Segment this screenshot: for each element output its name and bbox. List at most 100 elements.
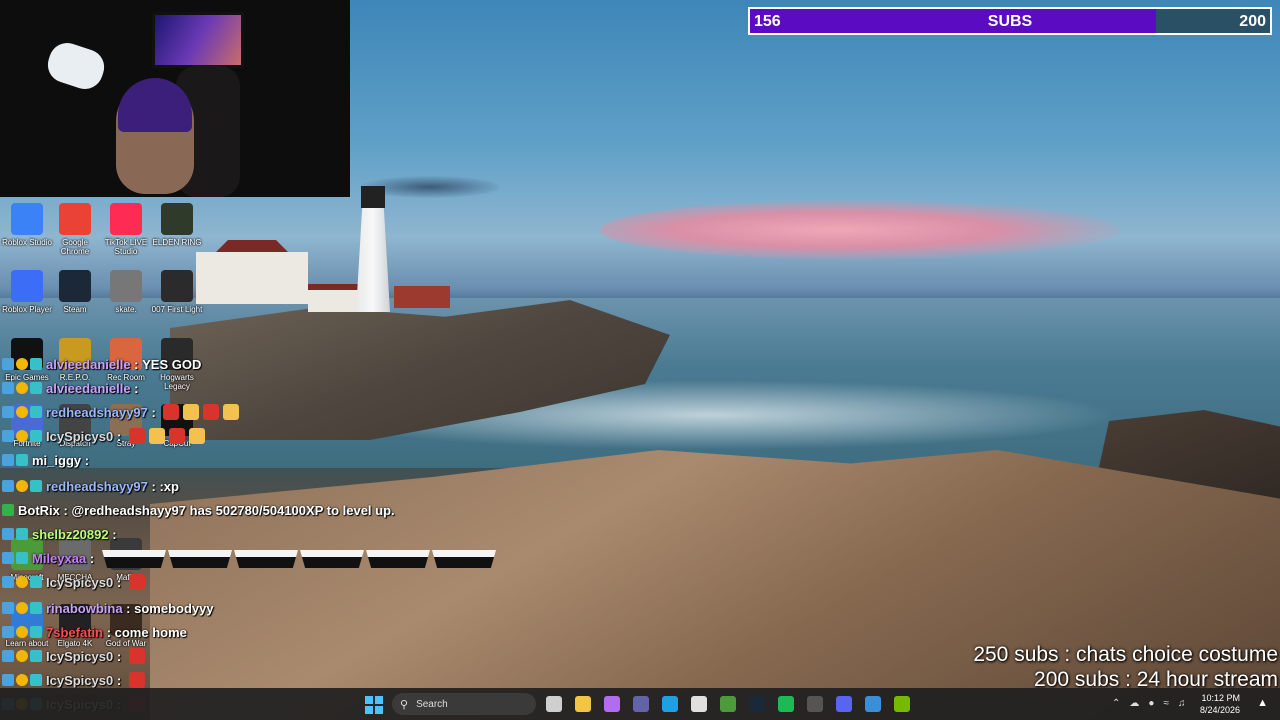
chat-badges xyxy=(2,626,42,638)
stream-goals: 250 subs : chats choice costume 200 subs… xyxy=(973,642,1278,692)
subscriber-badge-icon xyxy=(2,480,14,492)
subscriber-badge-icon xyxy=(2,430,14,442)
gift-badge-icon xyxy=(16,430,28,442)
emote-icon xyxy=(183,404,200,420)
photos-icon[interactable] xyxy=(865,696,881,712)
cow-emote xyxy=(168,550,232,568)
chat-separator: : xyxy=(122,600,135,616)
desktop-icon-skate[interactable]: skate. xyxy=(99,270,153,314)
cloud-icon[interactable]: ☁ xyxy=(1129,698,1139,709)
subscriber-badge-icon xyxy=(2,358,14,370)
chat-separator: : xyxy=(147,404,160,420)
level-badge-icon xyxy=(16,528,28,540)
level-badge-icon xyxy=(30,602,42,614)
taskbar-search[interactable]: ⚲ Search xyxy=(392,693,536,715)
desktop-icon-elden-ring[interactable]: ELDEN RING xyxy=(150,203,204,247)
chat-badges xyxy=(2,358,42,370)
chat-username: 7sbefatin xyxy=(46,624,104,640)
chat-badges xyxy=(2,480,42,492)
volume-icon[interactable]: ♫ xyxy=(1178,698,1186,709)
emote-icon xyxy=(223,404,240,420)
time: 10:12 PM xyxy=(1201,693,1240,703)
wifi-icon[interactable]: ≈ xyxy=(1163,698,1169,709)
gift-badge-icon xyxy=(16,358,28,370)
webcam-overlay xyxy=(0,0,350,197)
chat-username: Mileyxaa xyxy=(32,550,87,566)
sub-goal-bar: 156 SUBS 200 xyxy=(748,7,1272,35)
steam-taskbar-icon[interactable] xyxy=(749,696,765,712)
desktop-icon-roblox-studio[interactable]: Roblox Studio xyxy=(0,203,54,247)
chat-message: IcySpicys0 : xyxy=(2,572,145,592)
emote-icon xyxy=(128,648,145,664)
level-badge-icon xyxy=(16,454,28,466)
teams-icon[interactable] xyxy=(633,696,649,712)
chat-username: mi_iggy xyxy=(32,452,82,468)
chat-separator: : xyxy=(108,526,121,542)
nvidia-icon[interactable] xyxy=(894,696,910,712)
file-explorer-icon[interactable] xyxy=(575,696,591,712)
obs-icon[interactable] xyxy=(807,696,823,712)
emote-icon xyxy=(128,574,145,590)
sub-goal-label: SUBS xyxy=(987,13,1033,30)
chat-username: redheadshayy97 xyxy=(46,404,148,420)
level-badge-icon xyxy=(30,650,42,662)
minecraft-launcher-icon[interactable] xyxy=(720,696,736,712)
discord-icon[interactable] xyxy=(836,696,852,712)
chat-badges xyxy=(2,430,42,442)
chat-badges xyxy=(2,650,42,662)
desktop-icon-chrome[interactable]: Google Chrome xyxy=(48,203,102,256)
chat-message: redheadshayy97 : xyxy=(2,402,240,422)
elden-ring-icon xyxy=(161,203,193,235)
chat-text: somebodyyy xyxy=(134,600,214,616)
spotify-icon[interactable] xyxy=(778,696,794,712)
chat-separator: : xyxy=(86,550,98,566)
level-badge-icon xyxy=(30,406,42,418)
subscriber-badge-icon xyxy=(2,674,14,686)
chat-username: IcySpicys0 xyxy=(46,428,114,444)
emote-icon xyxy=(163,404,180,420)
chevron-up-icon[interactable]: ⌃ xyxy=(1112,698,1120,709)
subscriber-badge-icon xyxy=(2,576,14,588)
chat-badges xyxy=(2,382,42,394)
desktop-icon-007[interactable]: 007 First Light xyxy=(150,270,204,314)
chat-message: mi_iggy : xyxy=(2,450,93,470)
desktop-icon-label: Google Chrome xyxy=(60,238,90,256)
search-icon: ⚲ xyxy=(400,698,409,711)
emote-icon xyxy=(168,428,185,444)
level-badge-icon xyxy=(30,674,42,686)
store-icon[interactable] xyxy=(691,696,707,712)
subscriber-badge-icon xyxy=(2,454,14,466)
chat-separator: : xyxy=(103,624,115,640)
start-button[interactable] xyxy=(365,696,383,714)
desktop-icon-roblox-player[interactable]: Roblox Player xyxy=(0,270,54,314)
lighthouse-lamp xyxy=(361,186,385,208)
desktop-icon-label: ELDEN RING xyxy=(152,238,202,247)
steam-icon xyxy=(59,270,91,302)
emote-icon xyxy=(128,428,145,444)
chat-badges xyxy=(2,454,28,466)
chat-message: Mileyxaa : xyxy=(2,548,98,568)
chat-username: shelbz20892 xyxy=(32,526,109,542)
task-view-icon[interactable] xyxy=(546,696,562,712)
mic-icon[interactable]: ● xyxy=(1148,698,1154,709)
gift-badge-icon xyxy=(16,406,28,418)
chat-badges xyxy=(2,602,42,614)
desktop-icon-tiktok[interactable]: TikTok LIVE Studio xyxy=(99,203,153,256)
chat-badges xyxy=(2,674,42,686)
chat-message: IcySpicys0 : xyxy=(2,426,205,446)
roblox-player-icon xyxy=(11,270,43,302)
edge-icon[interactable] xyxy=(662,696,678,712)
desktop-icon-steam[interactable]: Steam xyxy=(48,270,102,314)
chat-message: rinabowbina : somebodyyy xyxy=(2,598,214,618)
chat-separator: : xyxy=(59,502,72,518)
copilot-icon[interactable] xyxy=(604,696,620,712)
clock[interactable]: 10:12 PM 8/24/2026 xyxy=(1200,692,1240,716)
pink-cloud xyxy=(600,200,1120,260)
level-badge-icon xyxy=(30,358,42,370)
search-placeholder: Search xyxy=(416,698,448,710)
notification-bell-icon[interactable]: ▲ xyxy=(1257,697,1268,709)
subscriber-badge-icon xyxy=(2,552,14,564)
gift-badge-icon xyxy=(16,650,28,662)
chat-separator: : xyxy=(113,428,125,444)
chat-text: :xp xyxy=(159,478,179,494)
